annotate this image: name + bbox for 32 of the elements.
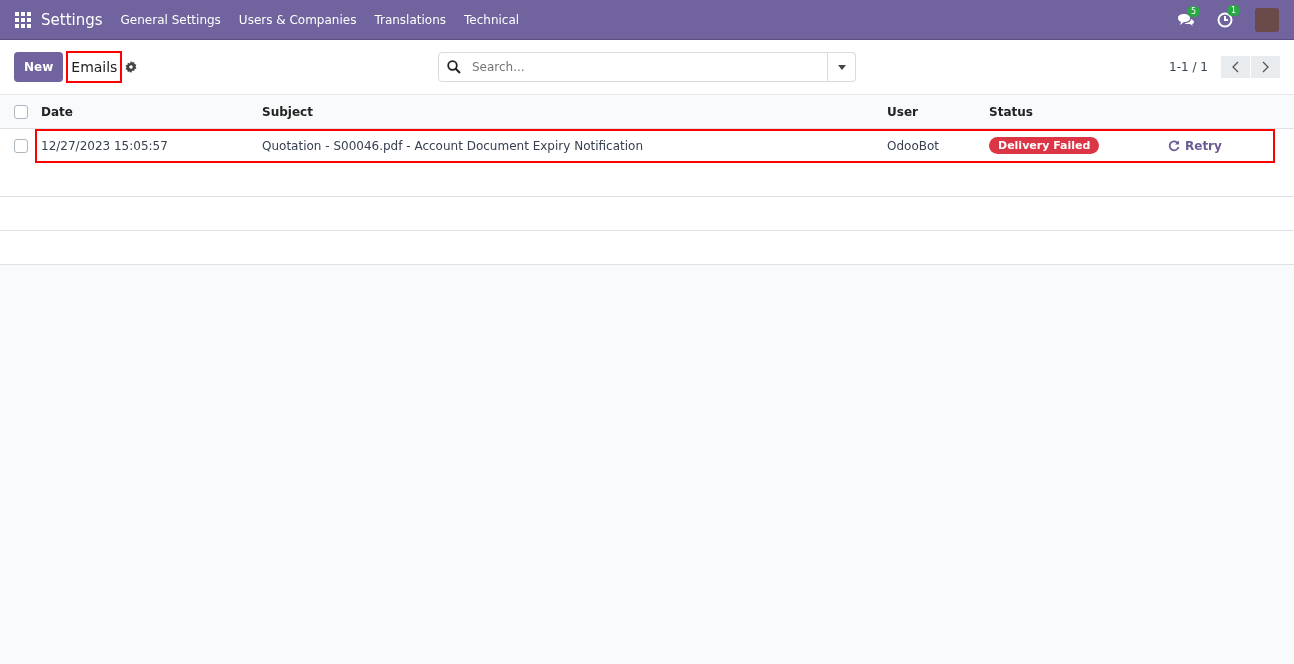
menu-item[interactable]: Translations bbox=[374, 12, 447, 27]
caret-icon bbox=[837, 64, 846, 70]
checkbox[interactable] bbox=[14, 104, 28, 119]
table-cell: 12/27/2023 15:05:57 bbox=[41, 138, 168, 153]
column-header[interactable]: User bbox=[887, 104, 918, 119]
gear-icon[interactable] bbox=[125, 61, 138, 73]
clock-icon[interactable] bbox=[1217, 11, 1233, 28]
checkbox[interactable] bbox=[14, 138, 28, 153]
retry-button[interactable]: Retry bbox=[1168, 136, 1222, 155]
column-header[interactable]: Subject bbox=[262, 104, 313, 119]
message-count-badge: 5 bbox=[1187, 5, 1201, 17]
chevron-left-icon bbox=[1232, 61, 1239, 73]
search-options-button[interactable] bbox=[828, 52, 856, 82]
activity-count-badge: 1 bbox=[1227, 4, 1241, 16]
apps-menu-icon[interactable] bbox=[15, 11, 31, 28]
page-title: Emails bbox=[66, 51, 123, 83]
pager-value: 1-1 / 1 bbox=[1169, 60, 1208, 74]
menu-item[interactable]: Users & Companies bbox=[238, 12, 357, 27]
table-cell: OdooBot bbox=[887, 138, 940, 153]
table-row[interactable]: 12/27/2023 15:05:57 Quotation - S00046.pdf - Account Document Expiry Notification OdooBot Delivery Failed Retry bbox=[35, 129, 1275, 163]
menu-item[interactable]: General Settings bbox=[120, 12, 221, 27]
menu-item[interactable]: Technical bbox=[464, 12, 520, 27]
column-header[interactable]: Status bbox=[989, 104, 1033, 119]
chevron-right-icon bbox=[1262, 61, 1269, 73]
table-cell: Quotation - S00046.pdf - Account Document Expiry Notification bbox=[262, 138, 643, 153]
search-field[interactable]: Search... bbox=[438, 52, 828, 82]
column-header[interactable]: Date bbox=[41, 104, 73, 119]
app-title[interactable]: Settings bbox=[41, 10, 103, 29]
new-button[interactable]: New bbox=[14, 52, 64, 82]
refresh-icon bbox=[1168, 139, 1180, 152]
chat-bubbles-icon[interactable] bbox=[1177, 12, 1195, 27]
status-badge: Delivery Failed bbox=[989, 137, 1100, 154]
